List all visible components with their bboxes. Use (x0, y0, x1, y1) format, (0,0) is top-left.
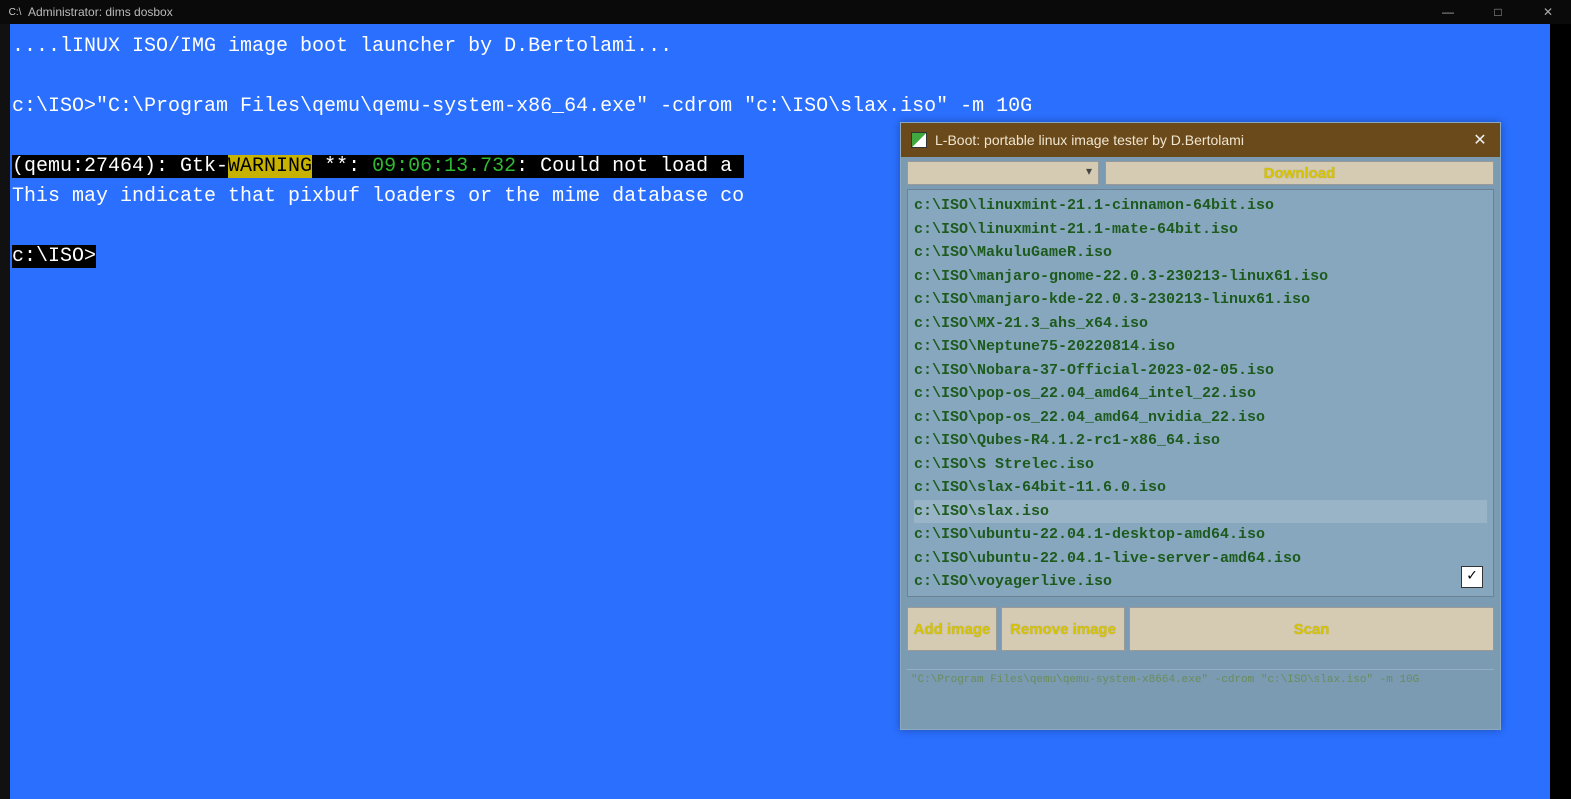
iso-list-item[interactable]: c:\ISO\linuxmint-21.1-mate-64bit.iso (914, 218, 1487, 242)
minimize-button[interactable]: — (1433, 2, 1463, 22)
iso-list-item[interactable]: c:\ISO\pop-os_22.04_amd64_intel_22.iso (914, 382, 1487, 406)
iso-list-item[interactable]: c:\ISO\ubuntu-22.04.1-desktop-amd64.iso (914, 523, 1487, 547)
iso-list-item[interactable]: c:\ISO\slax-64bit-11.6.0.iso (914, 476, 1487, 500)
window-controls: — □ ✕ (1433, 2, 1563, 22)
iso-list[interactable]: c:\ISO\linuxmint-21.1-cinnamon-64bit.iso… (907, 189, 1494, 597)
cmd-icon: C:\ (8, 5, 22, 19)
lboot-app-icon (911, 132, 927, 148)
window-title: Administrator: dims dosbox (28, 5, 1433, 19)
lboot-button-bar: Add image Remove image Scan (901, 597, 1500, 651)
download-button[interactable]: Download (1105, 161, 1494, 185)
iso-list-item[interactable]: c:\ISO\MX-21.3_ahs_x64.iso (914, 312, 1487, 336)
lboot-distro-dropdown[interactable] (907, 161, 1099, 185)
lboot-window: L-Boot: portable linux image tester by D… (900, 122, 1501, 730)
spacer (901, 651, 1500, 669)
iso-list-item[interactable]: c:\ISO\manjaro-gnome-22.0.3-230213-linux… (914, 265, 1487, 289)
scan-button[interactable]: Scan (1129, 607, 1494, 651)
maximize-button[interactable]: □ (1483, 2, 1513, 22)
iso-list-item[interactable]: c:\ISO\Neptune75-20220814.iso (914, 335, 1487, 359)
terminal-blank (10, 62, 1550, 92)
lboot-close-button[interactable]: ✕ (1470, 130, 1490, 150)
iso-list-item[interactable]: c:\ISO\ubuntu-22.04.1-live-server-amd64.… (914, 547, 1487, 571)
iso-list-item[interactable]: c:\ISO\pop-os_22.04_amd64_nvidia_22.iso (914, 406, 1487, 430)
lboot-status-text: "C:\Program Files\qemu\qemu-system-x8664… (907, 669, 1494, 690)
lboot-title: L-Boot: portable linux image tester by D… (935, 132, 1470, 148)
iso-list-item[interactable]: c:\ISO\Nobara-37-Official-2023-02-05.iso (914, 359, 1487, 383)
remove-image-button[interactable]: Remove image (1001, 607, 1125, 651)
list-checkbox[interactable]: ✓ (1461, 566, 1483, 588)
add-image-button[interactable]: Add image (907, 607, 997, 651)
terminal-line: ....lINUX ISO/IMG image boot launcher by… (10, 32, 1550, 62)
iso-list-item[interactable]: c:\ISO\manjaro-kde-22.0.3-230213-linux61… (914, 288, 1487, 312)
lboot-toolbar: Download (901, 157, 1500, 189)
close-button[interactable]: ✕ (1533, 2, 1563, 22)
window-titlebar: C:\ Administrator: dims dosbox — □ ✕ (0, 0, 1571, 24)
iso-list-item[interactable]: c:\ISO\slax.iso (914, 500, 1487, 524)
iso-list-item[interactable]: c:\ISO\linuxmint-21.1-cinnamon-64bit.iso (914, 194, 1487, 218)
iso-list-item[interactable]: c:\ISO\voyagerlive.iso (914, 570, 1487, 594)
desktop-edge (0, 24, 10, 799)
terminal-line: c:\ISO>"C:\Program Files\qemu\qemu-syste… (10, 92, 1550, 122)
iso-list-item[interactable]: c:\ISO\Qubes-R4.1.2-rc1-x86_64.iso (914, 429, 1487, 453)
iso-list-item[interactable]: c:\ISO\S Strelec.iso (914, 453, 1487, 477)
iso-list-item[interactable]: c:\ISO\MakuluGameR.iso (914, 241, 1487, 265)
lboot-titlebar[interactable]: L-Boot: portable linux image tester by D… (901, 123, 1500, 157)
